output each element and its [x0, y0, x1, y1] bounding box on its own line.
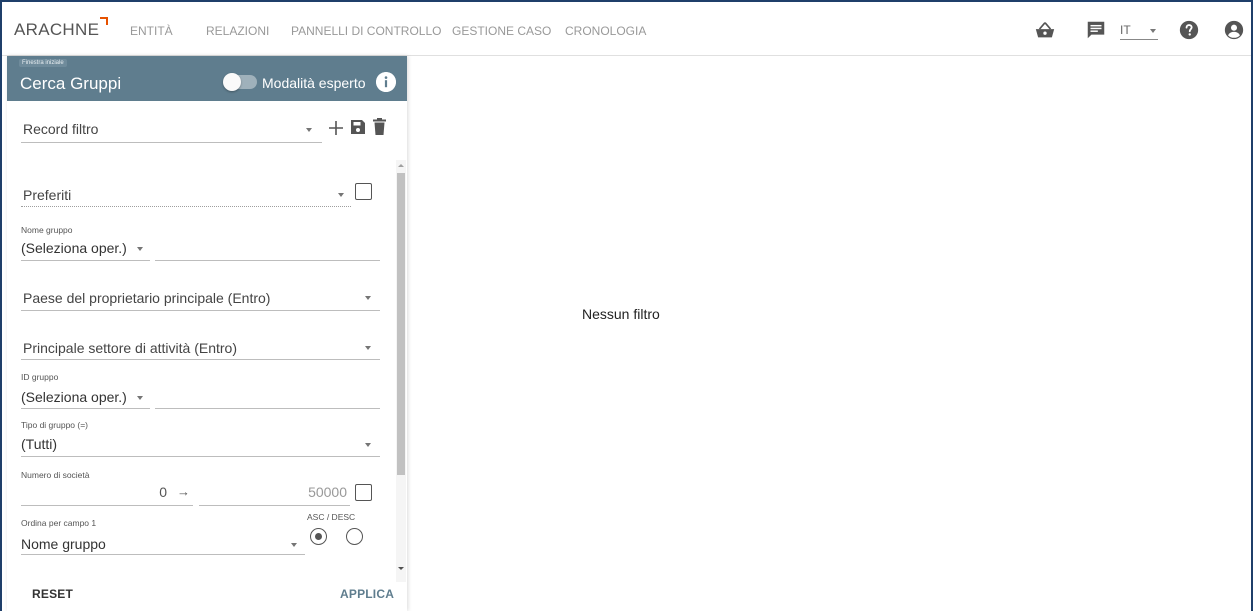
basket-icon[interactable]	[1034, 19, 1056, 41]
owner-country-underline	[21, 310, 380, 311]
favorites-checkbox[interactable]	[355, 183, 372, 200]
group-type-label: Tipo di gruppo (=)	[21, 420, 89, 430]
sort-asc-radio[interactable]	[310, 528, 327, 545]
group-name-operator-select[interactable]: (Seleziona oper.)	[21, 240, 127, 256]
language-select[interactable]: IT	[1120, 23, 1158, 40]
company-count-from-input[interactable]: 0	[107, 484, 167, 500]
empty-state-message: Nessun filtro	[582, 306, 660, 322]
language-value: IT	[1120, 23, 1131, 37]
app-logo-text: ARACHNE	[14, 20, 100, 39]
chevron-down-icon	[1150, 29, 1156, 33]
group-name-input[interactable]	[155, 260, 380, 261]
record-filter-select[interactable]: Record filtro	[23, 121, 98, 137]
toggle-knob	[223, 73, 241, 91]
chevron-down-icon[interactable]	[291, 543, 297, 547]
group-id-label: ID gruppo	[21, 372, 59, 382]
company-count-from-underline	[21, 505, 193, 506]
company-count-to-input[interactable]: 50000	[287, 484, 347, 500]
company-count-to-underline	[199, 505, 350, 506]
group-type-underline	[21, 456, 380, 457]
expert-mode-toggle[interactable]	[223, 73, 257, 91]
group-name-label: Nome gruppo	[21, 225, 73, 235]
app-logo[interactable]: ARACHNE	[14, 17, 109, 40]
info-icon[interactable]	[376, 72, 396, 92]
group-type-select[interactable]: (Tutti)	[21, 436, 57, 452]
scrollbar-thumb[interactable]	[397, 173, 405, 475]
chevron-down-icon[interactable]	[365, 443, 371, 447]
expert-mode-label: Modalità esperto	[262, 75, 366, 91]
range-arrow-icon: →	[177, 484, 190, 499]
delete-icon[interactable]	[373, 118, 386, 135]
top-navigation-bar: ARACHNE ENTITÀ RELAZIONI PANNELLI DI CON…	[2, 2, 1251, 56]
owner-country-select[interactable]: Paese del proprietario principale (Entro…	[23, 290, 270, 306]
chevron-down-icon[interactable]	[365, 296, 371, 300]
group-id-operator-underline	[21, 408, 150, 409]
window-badge: Finestra iniziale	[19, 59, 67, 67]
main-sector-select[interactable]: Principale settore di attività (Entro)	[23, 340, 237, 356]
panel-title: Cerca Gruppi	[20, 74, 122, 93]
reset-button[interactable]: RESET	[32, 587, 73, 601]
chevron-down-icon[interactable]	[338, 193, 344, 197]
nav-item-gestione-caso[interactable]: GESTIONE CASO	[452, 24, 551, 38]
group-id-operator-select[interactable]: (Seleziona oper.)	[21, 389, 127, 405]
nav-item-cronologia[interactable]: CRONOLOGIA	[565, 24, 646, 38]
chevron-down-icon[interactable]	[365, 346, 371, 350]
record-filter-underline	[21, 142, 322, 143]
panel-header: Finestra iniziale Cerca Gruppi Modalità …	[7, 56, 407, 101]
sort-desc-radio[interactable]	[346, 528, 363, 545]
main-sector-underline	[21, 359, 380, 360]
company-count-checkbox[interactable]	[355, 484, 372, 501]
scroll-down-arrow-icon[interactable]	[398, 567, 404, 570]
group-name-operator-underline	[21, 260, 150, 261]
nav-item-pannelli[interactable]: PANNELLI DI CONTROLLO	[291, 24, 441, 38]
apply-button[interactable]: APPLICA	[340, 587, 394, 601]
asc-desc-label: ASC / DESC	[307, 512, 356, 522]
comment-icon[interactable]	[1085, 19, 1107, 41]
sort-field-label: Ordina per campo 1	[21, 518, 97, 528]
sort-field-underline	[21, 554, 305, 555]
save-icon[interactable]	[350, 119, 366, 135]
chevron-down-icon[interactable]	[306, 128, 312, 132]
nav-item-entita[interactable]: ENTITÀ	[130, 24, 173, 38]
chevron-down-icon[interactable]	[137, 396, 143, 400]
nav-item-relazioni[interactable]: RELAZIONI	[206, 24, 269, 38]
favorites-underline	[21, 206, 351, 207]
chevron-down-icon[interactable]	[137, 247, 143, 251]
sort-field-select[interactable]: Nome gruppo	[21, 536, 106, 552]
help-icon[interactable]	[1178, 19, 1200, 41]
company-count-label: Numero di società	[21, 470, 90, 480]
favorites-select[interactable]: Preferiti	[23, 187, 71, 203]
user-icon[interactable]	[1223, 19, 1245, 41]
logo-accent-icon	[100, 17, 109, 25]
add-icon[interactable]	[328, 120, 344, 136]
search-panel: Finestra iniziale Cerca Gruppi Modalità …	[7, 56, 407, 611]
scroll-up-arrow-icon[interactable]	[398, 164, 404, 167]
group-id-input[interactable]	[155, 408, 380, 409]
